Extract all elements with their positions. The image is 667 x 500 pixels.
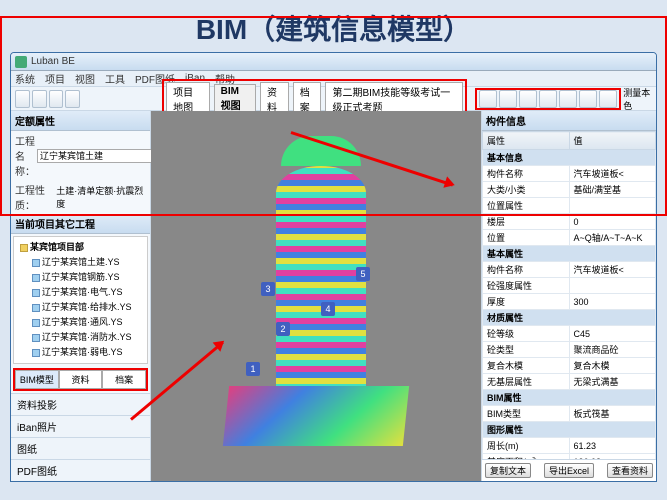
- tree-node[interactable]: 辽宁某宾馆·给排水.YS: [18, 299, 143, 314]
- marker-4[interactable]: 4: [321, 302, 335, 316]
- menu-system[interactable]: 系统: [15, 71, 35, 86]
- left-panel: 定额属性 工程名称： 选择 工程性质： 土建·清单定额·抗震烈度 当前项目其它工…: [11, 111, 151, 481]
- toolbar-button[interactable]: [499, 90, 517, 108]
- tree-node-root[interactable]: 某宾馆项目部: [18, 239, 143, 254]
- tree-title: 当前项目其它工程: [11, 214, 150, 234]
- left-tab-bim[interactable]: BIM模型: [15, 370, 59, 389]
- side-item-pdf[interactable]: PDF图纸: [11, 459, 150, 481]
- menu-project[interactable]: 项目: [45, 71, 65, 86]
- toolbar-button[interactable]: [559, 90, 577, 108]
- marker-1[interactable]: 1: [246, 362, 260, 376]
- projdesc-label: 工程性质：: [15, 182, 54, 212]
- project-tree[interactable]: 某宾馆项目部 辽宁某宾馆土建.YS 辽宁某宾馆钢筋.YS 辽宁某宾馆·电气.YS…: [13, 236, 148, 364]
- projdesc-value: 土建·清单定额·抗震烈度: [56, 184, 146, 210]
- toolbar-button[interactable]: [579, 90, 597, 108]
- menu-view[interactable]: 视图: [75, 71, 95, 86]
- slide-title: BIM（建筑信息模型）: [0, 0, 667, 52]
- toolbar-button[interactable]: [15, 90, 30, 108]
- titlebar: Luban BE: [11, 53, 656, 71]
- toolbar-button[interactable]: [65, 90, 80, 108]
- file-icon: [32, 274, 40, 282]
- toolbar-button[interactable]: [32, 90, 47, 108]
- left-tab-archive[interactable]: 档案: [102, 370, 146, 389]
- tree-node[interactable]: 辽宁某宾馆·通风.YS: [18, 314, 143, 329]
- toolbar-button[interactable]: [599, 90, 617, 108]
- properties-panel: 构件信息 属性值 基本信息 构件名称汽车坡道板< 大类/小类基础/满堂基 位置属…: [481, 111, 656, 481]
- file-icon: [32, 319, 40, 327]
- app-title: Luban BE: [31, 56, 75, 67]
- left-tabs-highlight: BIM模型 资料 档案: [13, 368, 148, 391]
- toolbar-button[interactable]: [519, 90, 537, 108]
- tree-node[interactable]: 辽宁某宾馆钢筋.YS: [18, 269, 143, 284]
- folder-icon: [20, 244, 28, 252]
- tree-node[interactable]: 辽宁某宾馆·弱电.YS: [18, 344, 143, 359]
- left-panel-title: 定额属性: [11, 111, 150, 131]
- file-icon: [32, 259, 40, 267]
- export-excel-button[interactable]: 导出Excel: [544, 463, 594, 478]
- toolbar-button[interactable]: [49, 90, 64, 108]
- marker-2[interactable]: 2: [276, 322, 290, 336]
- marker-3[interactable]: 3: [261, 282, 275, 296]
- file-icon: [32, 349, 40, 357]
- file-icon: [32, 334, 40, 342]
- toolbar-button[interactable]: [539, 90, 557, 108]
- projname-label: 工程名称：: [15, 133, 35, 178]
- building-model: 1 2 3 4 5: [226, 146, 406, 446]
- 3d-viewport[interactable]: 1 2 3 4 5: [151, 111, 481, 481]
- tab-bim[interactable]: BIM视图: [214, 84, 256, 114]
- app-window: Luban BE 系统 项目 视图 工具 PDF图纸 iBan 帮助 项目地图 …: [10, 52, 657, 482]
- file-icon: [32, 289, 40, 297]
- toolbar: 项目地图 BIM视图 资料 档案 第二期BIM技能等级考试一级正式考题 测量本色: [11, 87, 656, 111]
- properties-footer: 复制文本 导出Excel 查看资料: [482, 459, 656, 481]
- tree-node[interactable]: 辽宁某宾馆土建.YS: [18, 254, 143, 269]
- menu-tools[interactable]: 工具: [105, 71, 125, 86]
- tree-node[interactable]: 辽宁某宾馆·消防水.YS: [18, 329, 143, 344]
- toolbar-extra: 测量本色: [623, 86, 652, 112]
- toolbar-icons-highlight: [475, 88, 621, 110]
- file-icon: [32, 304, 40, 312]
- marker-5[interactable]: 5: [356, 267, 370, 281]
- side-item-projection[interactable]: 资料投影: [11, 393, 150, 415]
- app-icon: [15, 56, 27, 68]
- properties-table[interactable]: 属性值 基本信息 构件名称汽车坡道板< 大类/小类基础/满堂基 位置属性 楼层0…: [482, 131, 656, 459]
- tree-node[interactable]: 辽宁某宾馆·电气.YS: [18, 284, 143, 299]
- left-tab-data[interactable]: 资料: [59, 370, 103, 389]
- projname-input[interactable]: [37, 149, 160, 163]
- copy-text-button[interactable]: 复制文本: [485, 463, 531, 478]
- side-item-drawings[interactable]: 图纸: [11, 437, 150, 459]
- properties-title: 构件信息: [482, 111, 656, 131]
- view-data-button[interactable]: 查看资料: [607, 463, 653, 478]
- toolbar-button[interactable]: [479, 90, 497, 108]
